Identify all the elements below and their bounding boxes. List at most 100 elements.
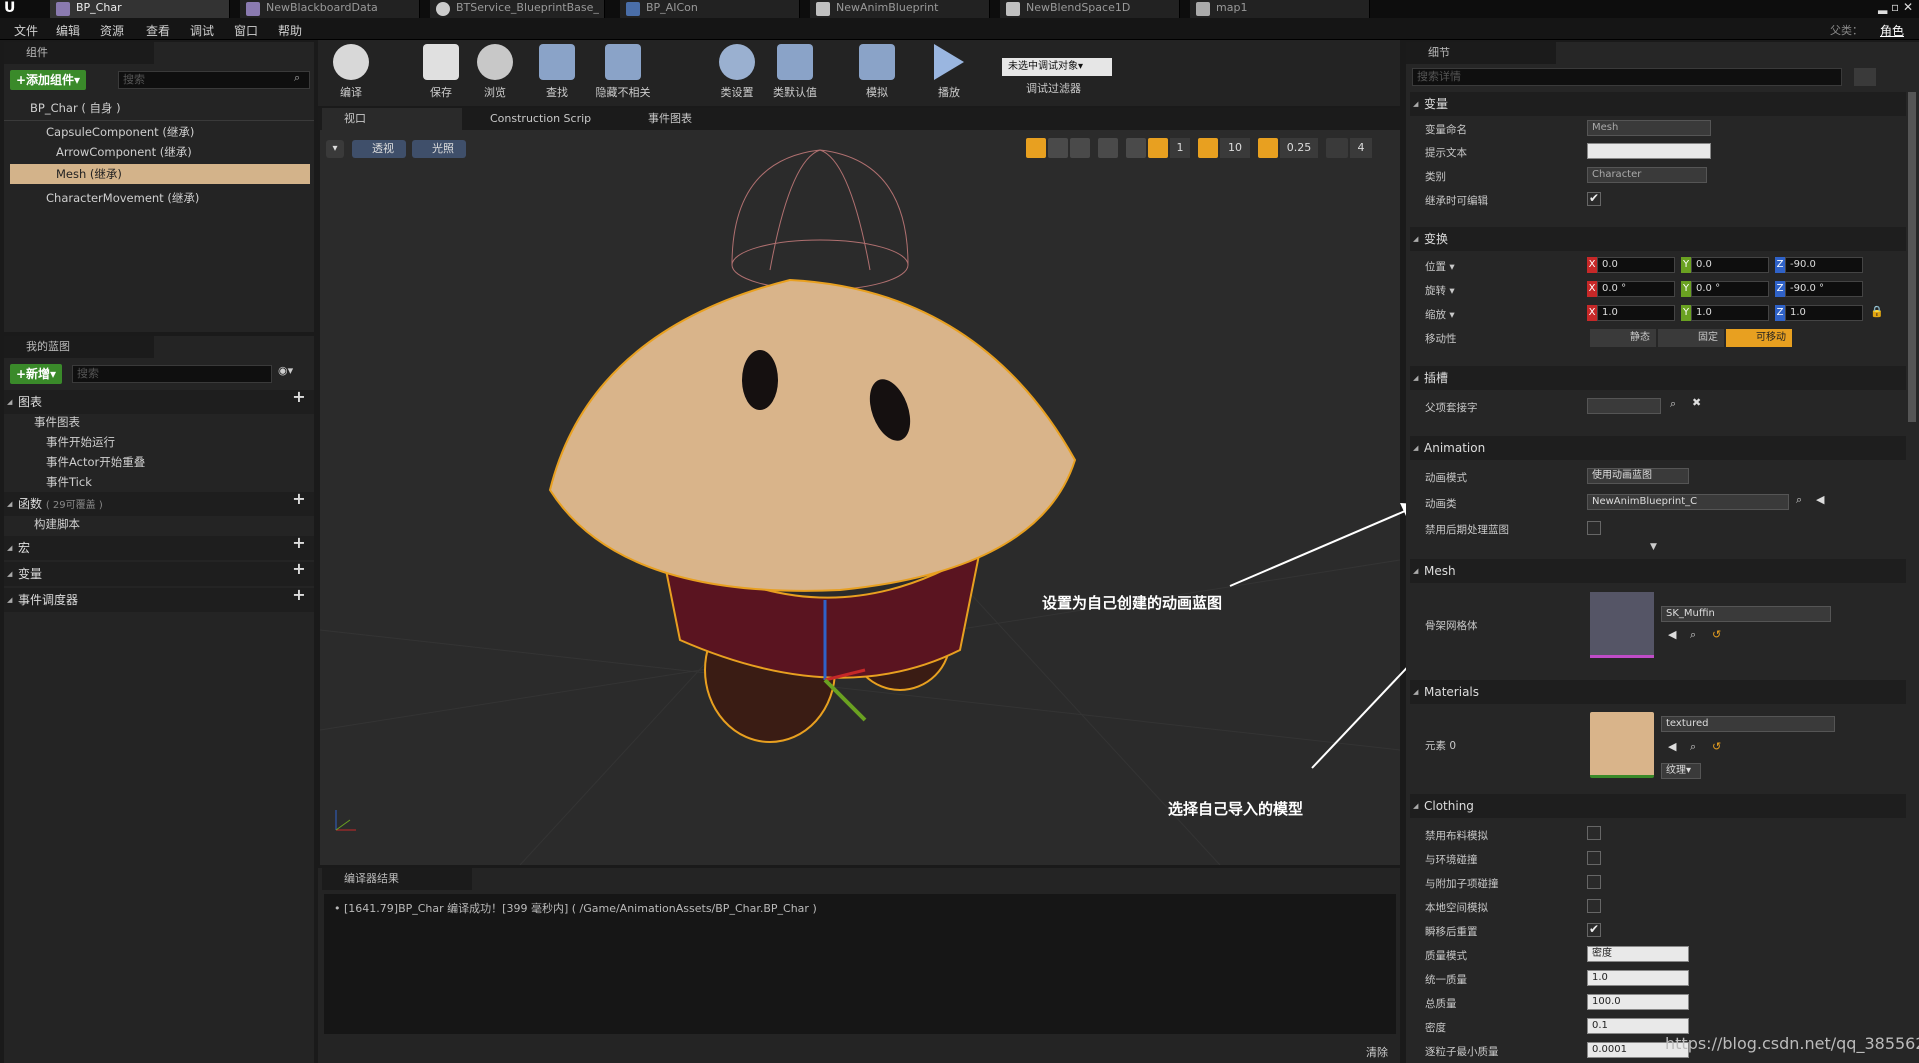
component-root[interactable]: BP_Char ( 自身 ) <box>18 98 308 118</box>
menu-file[interactable]: 文件 <box>14 22 38 39</box>
variable-name-field[interactable]: Mesh <box>1587 120 1711 136</box>
save-button[interactable]: 保存 <box>414 44 468 102</box>
expand-advanced-icon[interactable]: ▼ <box>1650 542 1657 552</box>
disable-postprocess-checkbox[interactable] <box>1587 521 1601 535</box>
event-begin-play[interactable]: 事件开始运行 <box>30 432 310 452</box>
mobility-movable[interactable]: 可移动 <box>1726 329 1792 347</box>
mesh-section[interactable]: Mesh <box>1410 559 1906 583</box>
scale-snap-value[interactable]: 0.25 <box>1280 138 1318 158</box>
reset-icon[interactable]: ↺ <box>1712 740 1721 753</box>
add-dispatcher-icon[interactable]: + <box>292 587 306 603</box>
menu-asset[interactable]: 资源 <box>100 22 124 39</box>
event-actor-overlap[interactable]: 事件Actor开始重叠 <box>30 452 310 472</box>
menu-view[interactable]: 查看 <box>146 22 170 39</box>
scale-snap-icon[interactable] <box>1258 138 1278 158</box>
reset-icon[interactable]: ↺ <box>1712 628 1721 641</box>
rotate-tool-icon[interactable] <box>1048 138 1068 158</box>
macros-section[interactable]: 宏+ <box>4 535 314 560</box>
tab-map1[interactable]: map1 <box>1190 0 1370 18</box>
clothing-section[interactable]: Clothing <box>1410 794 1906 818</box>
camera-speed-value[interactable]: 4 <box>1350 138 1372 158</box>
tab-blackboard[interactable]: NewBlackboardData <box>240 0 420 18</box>
use-selected-arrow-icon[interactable]: ◀ <box>1816 493 1824 506</box>
mobility-stationary[interactable]: 固定 <box>1658 329 1724 347</box>
component-mesh[interactable]: Mesh (继承) <box>10 164 310 184</box>
grid-snap-value[interactable]: 1 <box>1170 138 1190 158</box>
location-label[interactable]: 位置 ▾ <box>1425 259 1455 274</box>
event-graph-item[interactable]: 事件图表 <box>18 412 308 432</box>
reset-after-teleport-checkbox[interactable] <box>1587 922 1601 937</box>
my-blueprint-search-input[interactable]: 搜索 <box>72 365 272 383</box>
parent-socket-field[interactable] <box>1587 398 1661 414</box>
tooltip-field[interactable] <box>1587 143 1711 159</box>
details-search-input[interactable]: 搜索详情 <box>1412 68 1842 86</box>
graphs-section[interactable]: 图表+ <box>4 389 314 414</box>
hide-unrelated-button[interactable]: 隐藏不相关 <box>588 44 658 102</box>
tab-blendspace[interactable]: NewBlendSpace1D <box>1000 0 1180 18</box>
collide-children-checkbox[interactable] <box>1587 875 1601 889</box>
construction-script-item[interactable]: 构建脚本 <box>18 514 308 534</box>
use-selected-arrow-icon[interactable]: ◀ <box>1668 628 1676 641</box>
camera-speed-icon[interactable] <box>1326 138 1348 158</box>
density-field[interactable]: 0.1 <box>1587 1018 1689 1034</box>
scale-x[interactable]: 1.0 <box>1597 305 1675 321</box>
animation-section[interactable]: Animation <box>1410 436 1906 460</box>
menu-debug[interactable]: 调试 <box>190 22 214 39</box>
add-graph-icon[interactable]: + <box>292 389 306 405</box>
components-search-input[interactable]: 搜索 <box>118 71 310 89</box>
menu-edit[interactable]: 编辑 <box>56 22 80 39</box>
add-component-button[interactable]: +添加组件▾ <box>10 70 87 90</box>
lit-button[interactable]: 光照 <box>412 140 466 158</box>
anim-mode-select[interactable]: 使用动画蓝图 <box>1587 468 1689 484</box>
menu-help[interactable]: 帮助 <box>278 22 302 39</box>
viewport[interactable]: ▾ 透视 光照 1 10 0.25 4 设置为自己创建的动画蓝图 选择自己导入的… <box>320 130 1400 865</box>
clear-button[interactable]: 清除 <box>1366 1044 1388 1060</box>
details-view-icon[interactable] <box>1854 68 1876 86</box>
component-capsule[interactable]: CapsuleComponent (继承) <box>18 122 308 142</box>
location-x[interactable]: 0.0 <box>1597 257 1675 273</box>
world-local-icon[interactable] <box>1098 138 1118 158</box>
mobility-static[interactable]: 静态 <box>1590 329 1656 347</box>
grid-snap-icon[interactable] <box>1148 138 1168 158</box>
search-icon[interactable]: ⌕ <box>1796 493 1802 507</box>
scale-y[interactable]: 1.0 <box>1691 305 1769 321</box>
new-button[interactable]: +新增▾ <box>10 364 63 384</box>
viewport-options-button[interactable]: ▾ <box>326 140 344 158</box>
debug-object-select[interactable]: 未选中调试对象▾ <box>1002 58 1112 76</box>
simulate-button[interactable]: 模拟 <box>850 44 904 102</box>
add-variable-icon[interactable]: + <box>292 561 306 577</box>
angle-snap-icon[interactable] <box>1198 138 1218 158</box>
dispatchers-section[interactable]: 事件调度器+ <box>4 587 314 612</box>
anim-class-select[interactable]: NewAnimBlueprint_C <box>1587 494 1789 510</box>
total-mass-field[interactable]: 100.0 <box>1587 994 1689 1010</box>
class-defaults-button[interactable]: 类默认值 <box>768 44 822 102</box>
material-thumbnail[interactable] <box>1590 712 1654 778</box>
rotation-y[interactable]: 0.0 ° <box>1691 281 1769 297</box>
visibility-eye-icon[interactable]: ◉▾ <box>278 364 293 377</box>
location-y[interactable]: 0.0 <box>1691 257 1769 273</box>
tab-bp-aicon[interactable]: BP_AICon <box>620 0 800 18</box>
variable-section[interactable]: 变量 <box>1410 92 1906 116</box>
rotation-x[interactable]: 0.0 ° <box>1597 281 1675 297</box>
sockets-section[interactable]: 插槽 <box>1410 366 1906 390</box>
event-tick[interactable]: 事件Tick <box>30 472 310 492</box>
mesh-thumbnail[interactable] <box>1590 592 1654 658</box>
search-icon[interactable]: ⌕ <box>1670 397 1676 411</box>
browse-button[interactable]: 浏览 <box>468 44 522 102</box>
add-macro-icon[interactable]: + <box>292 535 306 551</box>
transform-section[interactable]: 变换 <box>1410 227 1906 251</box>
perspective-button[interactable]: 透视 <box>352 140 406 158</box>
materials-section[interactable]: Materials <box>1410 680 1906 704</box>
disable-cloth-checkbox[interactable] <box>1587 826 1601 840</box>
skeletal-mesh-select[interactable]: SK_Muffin <box>1661 606 1831 622</box>
clear-icon[interactable]: ✖ <box>1692 396 1701 409</box>
collide-env-checkbox[interactable] <box>1587 851 1601 865</box>
add-function-icon[interactable]: + <box>292 491 306 507</box>
component-arrow[interactable]: ArrowComponent (继承) <box>18 142 308 162</box>
scale-tool-icon[interactable] <box>1070 138 1090 158</box>
translate-tool-icon[interactable] <box>1026 138 1046 158</box>
tab-bp-char[interactable]: BP_Char <box>50 0 230 18</box>
variables-section[interactable]: 变量+ <box>4 561 314 586</box>
editable-checkbox[interactable] <box>1587 191 1601 206</box>
scale-z[interactable]: 1.0 <box>1785 305 1863 321</box>
